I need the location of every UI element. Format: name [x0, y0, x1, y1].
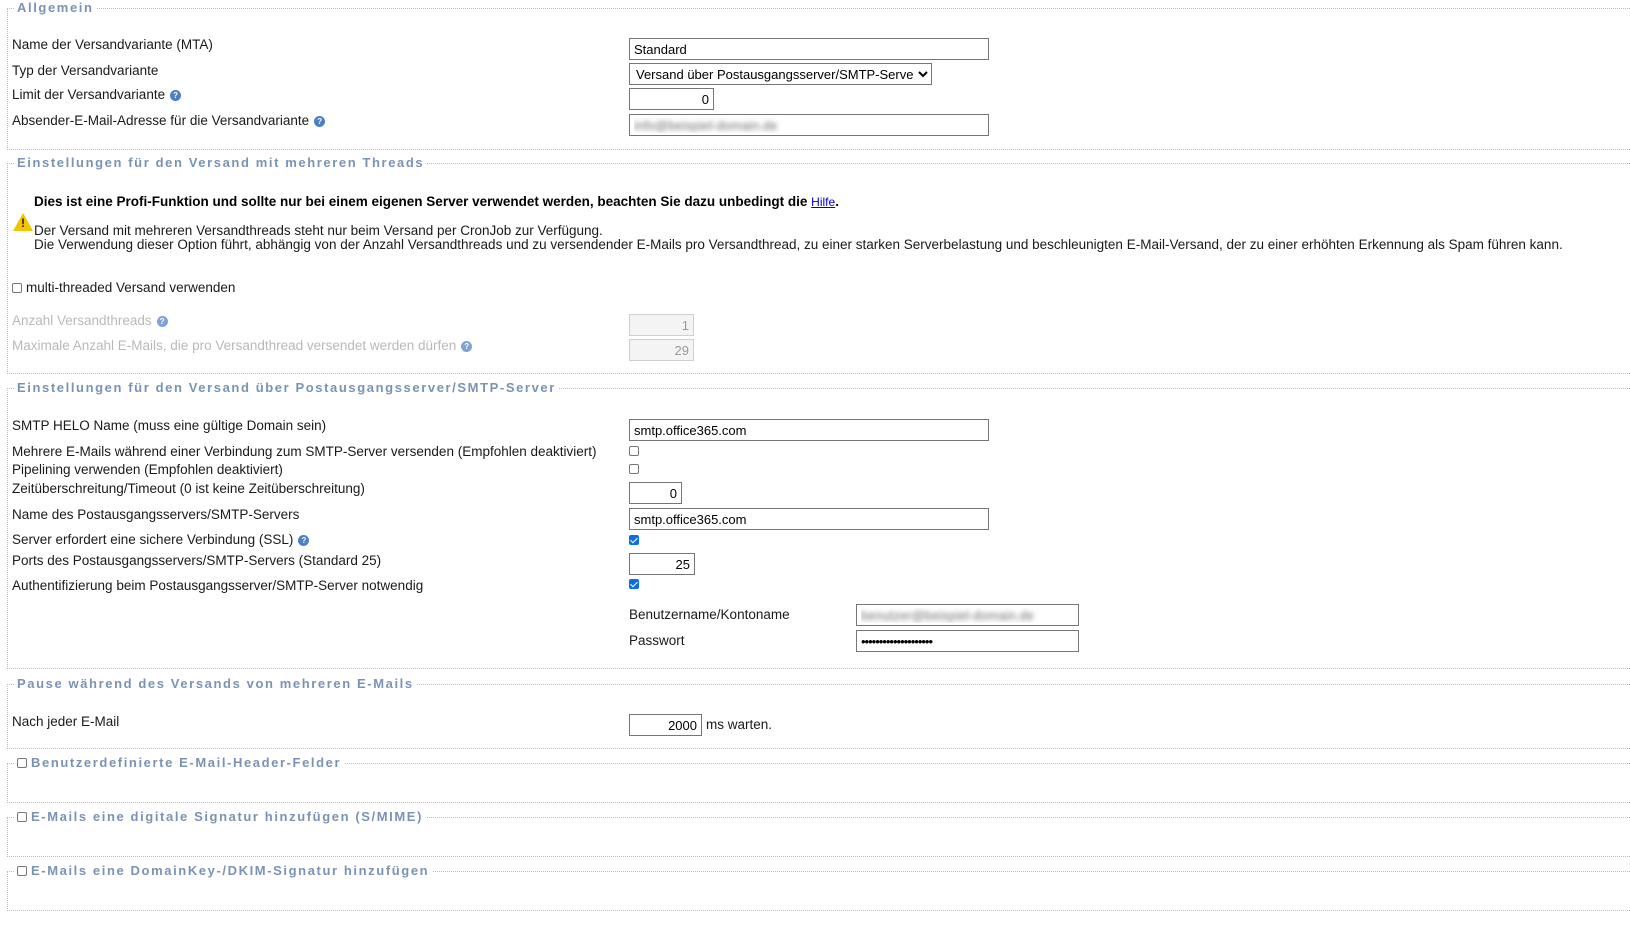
section-legend-text: E-Mails eine DomainKey-/DKIM-Signatur hi…	[31, 863, 430, 878]
warning-line-1: Der Versand mit mehreren Versandthreads …	[34, 223, 603, 238]
section-toggle-checkbox[interactable]	[17, 811, 27, 822]
ports-label: Ports des Postausgangsservers/SMTP-Serve…	[12, 553, 382, 568]
mehrere-checkbox[interactable]	[629, 446, 639, 456]
section-legend-text: E-Mails eine digitale Signatur hinzufüge…	[31, 809, 424, 824]
pass-input[interactable]	[856, 630, 1079, 652]
server-input[interactable]	[629, 508, 989, 530]
pass-label: Passwort	[629, 633, 685, 648]
auth-checkbox[interactable]	[629, 579, 639, 589]
section-legend[interactable]: E-Mails eine DomainKey-/DKIM-Signatur hi…	[14, 863, 433, 878]
pause-label: Nach jeder E-Mail	[12, 714, 120, 729]
ports-input[interactable]	[629, 553, 695, 575]
multi-thread-label: multi-threaded Versand verwenden	[26, 280, 236, 295]
pipelining-label: Pipelining verwenden (Empfohlen deaktivi…	[12, 462, 283, 477]
anzahl-input	[629, 314, 694, 336]
user-label: Benutzername/Kontoname	[629, 607, 790, 622]
name-label: Name der Versandvariante (MTA)	[12, 37, 213, 52]
help-icon[interactable]: ?	[298, 534, 310, 546]
section-legend[interactable]: Benutzerdefinierte E-Mail-Header-Felder	[14, 755, 345, 770]
section-toggle-checkbox[interactable]	[17, 865, 27, 876]
pipelining-checkbox[interactable]	[629, 464, 639, 474]
anzahl-label-text: Anzahl Versandthreads	[12, 313, 152, 328]
period: .	[835, 194, 839, 209]
ssl-label-text: Server erfordert eine sichere Verbindung…	[12, 532, 294, 547]
typ-label: Typ der Versandvariante	[12, 63, 159, 78]
helo-label: SMTP HELO Name (muss eine gültige Domain…	[12, 418, 327, 433]
max-label-text: Maximale Anzahl E-Mails, die pro Versand…	[12, 338, 457, 353]
section-legend: Allgemein	[14, 0, 97, 15]
pause-suffix: ms warten.	[706, 717, 773, 732]
max-label: Maximale Anzahl E-Mails, die pro Versand…	[12, 338, 473, 353]
section-legend[interactable]: E-Mails eine digitale Signatur hinzufüge…	[14, 809, 427, 824]
limit-label-text: Limit der Versandvariante	[12, 87, 166, 102]
multi-thread-option[interactable]: multi-threaded Versand verwenden	[12, 280, 235, 295]
warning-icon: !	[13, 213, 33, 231]
help-icon[interactable]: ?	[156, 315, 168, 327]
section-legend: Einstellungen für den Versand über Posta…	[14, 380, 559, 395]
multi-thread-checkbox[interactable]	[12, 282, 22, 293]
section-legend: Einstellungen für den Versand mit mehrer…	[14, 155, 428, 170]
anzahl-label: Anzahl Versandthreads?	[12, 313, 168, 328]
helo-input[interactable]	[629, 419, 989, 441]
warning-line-2: Die Verwendung dieser Option führt, abhä…	[34, 237, 1563, 252]
help-icon[interactable]: ?	[461, 340, 473, 352]
section-legend-text: Benutzerdefinierte E-Mail-Header-Felder	[31, 755, 342, 770]
absender-label-text: Absender-E-Mail-Adresse für die Versandv…	[12, 113, 310, 128]
pause-input[interactable]	[629, 714, 702, 736]
name-input[interactable]	[629, 38, 989, 60]
section-smime: E-Mails eine digitale Signatur hinzufüge…	[7, 809, 1630, 857]
timeout-label: Zeitüberschreitung/Timeout (0 ist keine …	[12, 481, 365, 496]
section-legend: Pause während des Versands von mehreren …	[14, 676, 417, 691]
section-dkim: E-Mails eine DomainKey-/DKIM-Signatur hi…	[7, 863, 1630, 911]
section-toggle-checkbox[interactable]	[17, 757, 27, 768]
absender-label: Absender-E-Mail-Adresse für die Versandv…	[12, 113, 326, 128]
help-icon[interactable]: ?	[170, 89, 182, 101]
server-label: Name des Postausgangsservers/SMTP-Server…	[12, 507, 300, 522]
warning-title: Dies ist eine Profi-Funktion und sollte …	[34, 194, 839, 209]
ssl-checkbox[interactable]	[629, 535, 639, 545]
section-header-fields: Benutzerdefinierte E-Mail-Header-Felder	[7, 755, 1630, 803]
max-input	[629, 339, 694, 361]
limit-input[interactable]	[629, 88, 714, 110]
mehrere-label: Mehrere E-Mails während einer Verbindung…	[12, 444, 597, 459]
user-input[interactable]	[856, 604, 1079, 626]
help-link[interactable]: Hilfe	[811, 195, 835, 209]
ssl-label: Server erfordert eine sichere Verbindung…	[12, 532, 310, 547]
absender-input[interactable]	[629, 114, 989, 136]
section-pause: Pause während des Versands von mehreren …	[7, 676, 1630, 749]
auth-label: Authentifizierung beim Postausgangsserve…	[12, 578, 424, 593]
typ-select[interactable]: Versand über Postausgangsserver/SMTP-Ser…	[629, 63, 932, 85]
limit-label: Limit der Versandvariante?	[12, 87, 182, 102]
help-icon[interactable]: ?	[314, 115, 326, 127]
warning-title-text: Dies ist eine Profi-Funktion und sollte …	[34, 194, 808, 209]
timeout-input[interactable]	[629, 482, 682, 504]
